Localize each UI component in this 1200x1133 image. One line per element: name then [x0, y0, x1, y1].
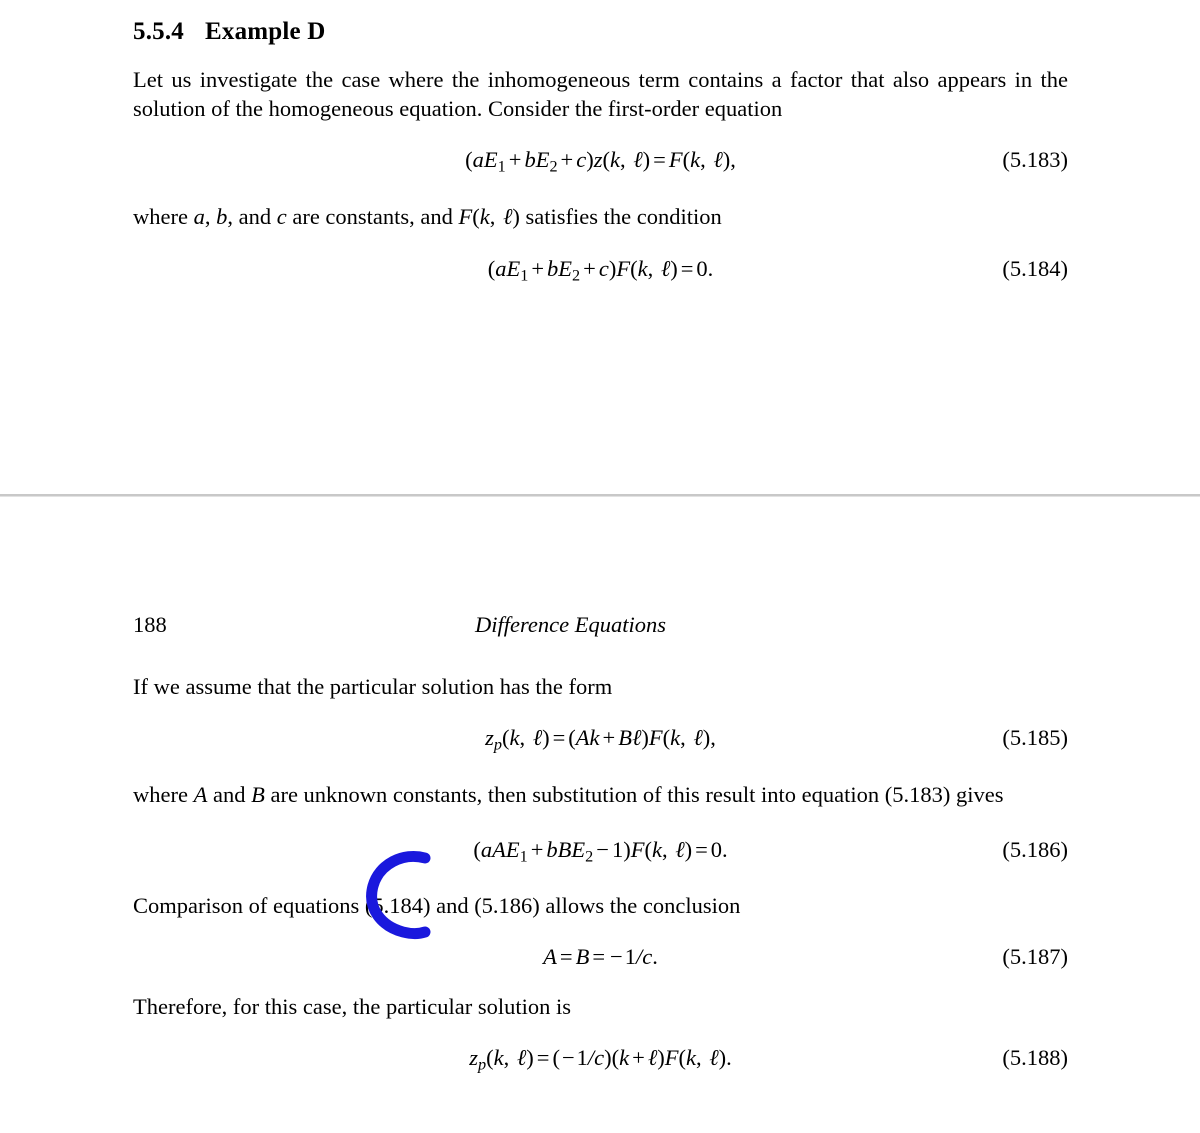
equation-5-188: zp(k, ℓ) = (−1/c)(k + ℓ)F(k, ℓ). (5.188) [133, 1043, 1068, 1080]
section-title: Example D [205, 18, 326, 45]
equation-number-5-183: (5.183) [1002, 147, 1068, 172]
equation-5-184: (aE1 + bE2 + c)F(k, ℓ) = 0. (5.184) [133, 254, 1068, 291]
equation-5-187: A = B = −1/c. (5.187) [133, 942, 1068, 972]
paragraph-where-constants: where a, b, and c are constants, and F(k… [133, 203, 722, 230]
equation-number-5-188: (5.188) [1002, 1045, 1068, 1071]
equation-5-185-body: zp(k, ℓ) = (Ak + Bℓ)F(k, ℓ), [485, 725, 716, 754]
equation-5-186-body: (aAE1 + bBE2−1)F(k, ℓ) = 0. [473, 836, 728, 866]
running-head: 188 Difference Equations [133, 610, 1068, 642]
paragraph-intro: Let us investigate the case where the in… [133, 67, 1068, 121]
running-head-title: Difference Equations [475, 612, 666, 637]
equation-number-5-187: (5.187) [1002, 944, 1068, 970]
section-number: 5.5.4 [133, 18, 184, 45]
equation-5-183: (aE1 + bE2 + c)z(k, ℓ) = F(k, ℓ), (5.183) [133, 145, 1068, 182]
paragraph-therefore: Therefore, for this case, the particular… [133, 994, 571, 1020]
page-separator [0, 494, 1200, 497]
equation-5-186: (aAE1 + bBE2−1)F(k, ℓ) = 0. (5.186) [133, 835, 1068, 872]
paragraph-unknown-constants: where A and B are unknown constants, the… [133, 781, 1004, 807]
equation-5-187-body: A = B = −1/c. [543, 944, 658, 970]
page-content-column: 5.5.4 Example D Let us investigate the ca… [133, 0, 1068, 310]
equation-5-184-body: (aE1 + bE2 + c)F(k, ℓ) = 0. [487, 255, 714, 285]
equation-5-185: zp(k, ℓ) = (Ak + Bℓ)F(k, ℓ), (5.185) [133, 723, 1068, 760]
document-page: 5.5.4 Example D Let us investigate the ca… [0, 0, 1200, 1133]
equation-number-5-185: (5.185) [1002, 725, 1068, 750]
equation-5-183-body: (aE1 + bE2 + c)z(k, ℓ) = F(k, ℓ), [465, 147, 736, 176]
paragraph-assume-form: If we assume that the particular solutio… [133, 674, 613, 699]
section-heading: 5.5.4 Example D [133, 17, 1068, 47]
equation-number-5-184: (5.184) [1002, 255, 1068, 281]
equation-5-188-body: zp(k, ℓ) = (−1/c)(k + ℓ)F(k, ℓ). [469, 1045, 732, 1074]
page-content-column-lower: 188 Difference Equations If we assume th… [133, 610, 1068, 1100]
equation-number-5-186: (5.186) [1002, 836, 1068, 862]
paragraph-comparison: Comparison of equations (5.184) and (5.1… [133, 893, 741, 919]
